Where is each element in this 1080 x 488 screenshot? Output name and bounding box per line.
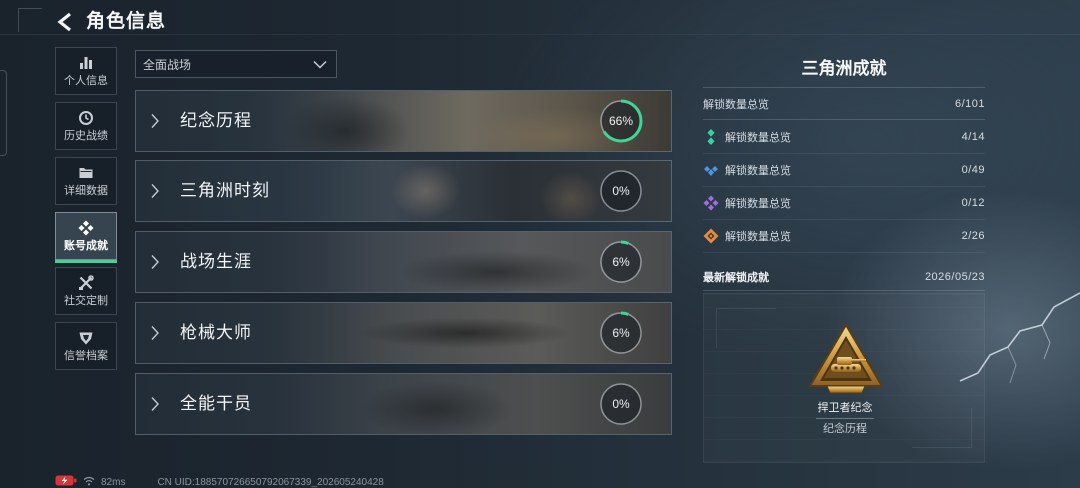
tier-count: 0/49 bbox=[961, 164, 985, 176]
sidebar-item-reputation[interactable]: 信誉档案 bbox=[55, 322, 117, 370]
shield-icon bbox=[79, 332, 93, 345]
category-row-weapon-master[interactable]: 枪械大师 6% bbox=[135, 302, 672, 364]
category-row-battlefield-career[interactable]: 战场生涯 6% bbox=[135, 231, 672, 293]
category-row-memorial[interactable]: 纪念历程 66% bbox=[135, 90, 672, 152]
folder-icon bbox=[79, 168, 93, 178]
sidebar-item-detailed-data[interactable]: 详细数据 bbox=[55, 157, 117, 205]
tier-row: 解锁数量总览 0/12 bbox=[703, 187, 985, 219]
green-tier-icon bbox=[703, 129, 719, 145]
tools-icon bbox=[79, 275, 94, 290]
chevron-right-icon bbox=[150, 325, 160, 341]
purple-tier-icon bbox=[703, 195, 719, 211]
tier-count: 4/14 bbox=[961, 131, 985, 143]
progress-percent: 0% bbox=[612, 184, 630, 198]
progress-ring: 6% bbox=[599, 240, 643, 284]
tier-label: 解锁数量总览 bbox=[725, 132, 791, 144]
latest-unlock-date: 2026/05/23 bbox=[924, 271, 985, 283]
latest-unlock-header: 最新解锁成就 2026/05/23 bbox=[703, 268, 985, 286]
back-arrow-icon[interactable] bbox=[52, 9, 78, 35]
progress-ring: 0% bbox=[599, 169, 643, 213]
divider bbox=[703, 119, 985, 120]
category-label: 枪械大师 bbox=[180, 323, 252, 342]
category-label: 战场生涯 bbox=[180, 252, 252, 271]
chevron-right-icon bbox=[150, 254, 160, 270]
sidebar-item-personal-info[interactable]: 个人信息 bbox=[55, 47, 117, 95]
tier-count: 0/12 bbox=[961, 197, 985, 209]
dropdown-selected-value: 全面战场 bbox=[143, 57, 192, 72]
orange-tier-icon bbox=[703, 228, 719, 244]
sidebar-item-match-history[interactable]: 历史战绩 bbox=[55, 102, 117, 150]
category-label: 三角洲时刻 bbox=[180, 181, 270, 200]
sidebar-item-label: 历史战绩 bbox=[64, 130, 108, 142]
hud-corner-bracket bbox=[716, 308, 776, 348]
tier-count: 2/26 bbox=[961, 230, 985, 242]
total-unlock-label: 解锁数量总览 bbox=[703, 99, 769, 111]
achievements-summary-panel: 三角洲成就 解锁数量总览 6/101 解锁数量总览 4/14 解锁数量总览 0/… bbox=[703, 56, 985, 464]
sidebar-item-label: 社交定制 bbox=[64, 295, 108, 307]
defender-badge-icon bbox=[809, 324, 883, 394]
status-bar: 82ms CN UID:188570726650792067339_202605… bbox=[55, 475, 384, 488]
hud-corner-bracket bbox=[18, 8, 42, 32]
divider bbox=[816, 418, 874, 419]
tier-row: 解锁数量总览 4/14 bbox=[703, 121, 985, 153]
chevron-right-icon bbox=[150, 396, 160, 412]
sidebar-item-label: 个人信息 bbox=[64, 75, 108, 87]
bar-chart-icon bbox=[80, 57, 92, 69]
tier-label: 解锁数量总览 bbox=[725, 198, 791, 210]
category-row-delta-moments[interactable]: 三角洲时刻 0% bbox=[135, 160, 672, 222]
sidebar-item-label: 账号成就 bbox=[64, 240, 108, 252]
latest-achievement-category: 纪念历程 bbox=[823, 423, 867, 435]
tier-row: 解锁数量总览 2/26 bbox=[703, 220, 985, 252]
panel-title: 三角洲成就 bbox=[801, 59, 887, 78]
chevron-right-icon bbox=[150, 183, 160, 199]
total-unlock-count: 6/101 bbox=[954, 98, 985, 110]
total-unlock-row: 解锁数量总览 6/101 bbox=[703, 94, 985, 114]
divider bbox=[703, 87, 985, 88]
row-fade-overlay bbox=[136, 91, 376, 151]
divider bbox=[703, 290, 985, 291]
progress-percent: 0% bbox=[612, 397, 630, 411]
progress-percent: 6% bbox=[612, 255, 630, 269]
blue-tier-icon bbox=[703, 162, 719, 178]
category-row-all-round-operator[interactable]: 全能干员 0% bbox=[135, 373, 672, 435]
side-edge-handle bbox=[0, 70, 7, 156]
tier-row: 解锁数量总览 0/49 bbox=[703, 154, 985, 186]
progress-percent: 66% bbox=[608, 114, 634, 128]
progress-ring: 0% bbox=[599, 382, 643, 426]
chevron-right-icon bbox=[150, 113, 160, 129]
latest-achievement-name: 捍卫者纪念 bbox=[817, 402, 873, 414]
category-label: 纪念历程 bbox=[180, 111, 252, 130]
sidebar-item-social-custom[interactable]: 社交定制 bbox=[55, 267, 117, 315]
achievement-icon bbox=[78, 220, 94, 236]
battery-charging-icon bbox=[55, 475, 77, 488]
latest-achievement-card[interactable]: 捍卫者纪念 纪念历程 bbox=[703, 293, 985, 463]
sidebar-item-label: 详细数据 bbox=[64, 185, 108, 197]
tier-label: 解锁数量总览 bbox=[725, 231, 791, 243]
tier-label: 解锁数量总览 bbox=[725, 165, 791, 177]
latest-unlock-label: 最新解锁成就 bbox=[703, 272, 769, 284]
category-label: 全能干员 bbox=[180, 394, 252, 413]
sidebar-item-achievements[interactable]: 账号成就 bbox=[55, 212, 117, 263]
user-uid: CN UID:188570726650792067339_20260524042… bbox=[157, 476, 384, 488]
divider bbox=[703, 252, 985, 253]
page-title: 角色信息 bbox=[86, 11, 167, 32]
history-clock-icon bbox=[79, 111, 93, 125]
row-fade-overlay bbox=[136, 374, 376, 434]
ping-value: 82ms bbox=[101, 476, 126, 488]
chevron-down-icon bbox=[313, 60, 327, 69]
mode-filter-dropdown[interactable]: 全面战场 bbox=[135, 50, 337, 78]
wifi-icon bbox=[83, 476, 95, 488]
progress-ring: 66% bbox=[599, 99, 643, 143]
sidebar-item-label: 信誉档案 bbox=[64, 350, 108, 362]
row-fade-overlay bbox=[136, 232, 376, 292]
progress-percent: 6% bbox=[612, 326, 630, 340]
row-fade-overlay bbox=[136, 303, 376, 363]
progress-ring: 6% bbox=[599, 311, 643, 355]
